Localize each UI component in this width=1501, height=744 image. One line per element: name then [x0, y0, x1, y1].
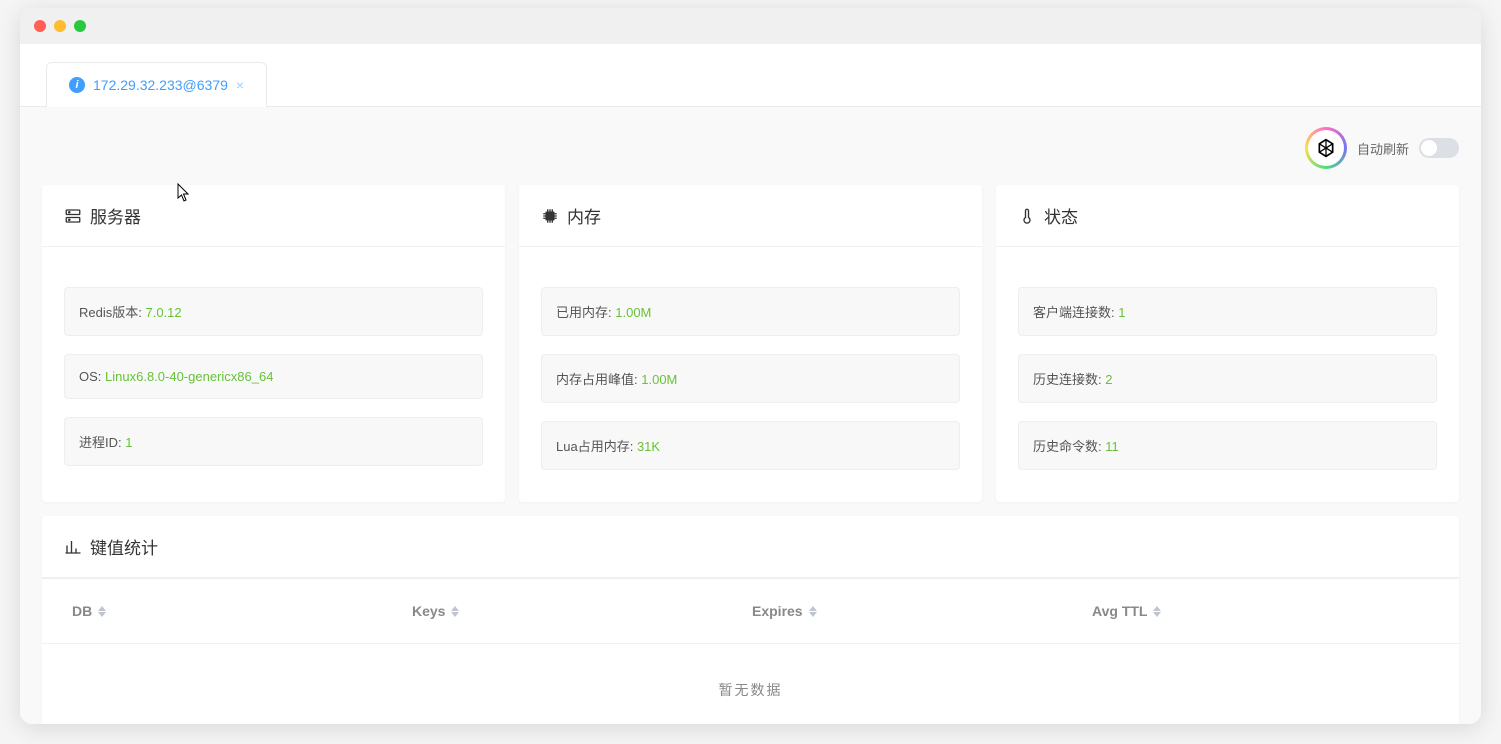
stat-value: 1 — [125, 435, 132, 450]
server-card-header: 服务器 — [42, 185, 505, 247]
server-card: 服务器 Redis版本: 7.0.12 OS: Linux6.8.0-40-ge… — [42, 185, 505, 502]
window-zoom-button[interactable] — [74, 20, 86, 32]
memory-card-title: 内存 — [567, 203, 601, 228]
stat-value: 11 — [1105, 439, 1119, 454]
tabbar: i 172.29.32.233@6379 × — [20, 44, 1481, 107]
column-header-db[interactable]: DB — [72, 603, 412, 619]
stat-value: 2 — [1105, 372, 1112, 387]
stat-total-commands: 历史命令数: 11 — [1018, 421, 1437, 470]
stat-label: 已用内存: — [556, 305, 612, 320]
stat-label: 客户端连接数: — [1033, 305, 1115, 320]
app-window: i 172.29.32.233@6379 × 自动刷新 — [20, 8, 1481, 724]
stat-label: 进程ID: — [79, 435, 122, 450]
stat-value: Linux6.8.0-40-genericx86_64 — [105, 369, 273, 384]
stat-peak-memory: 内存占用峰值: 1.00M — [541, 354, 960, 403]
tab-title: 172.29.32.233@6379 — [93, 77, 228, 93]
sort-icon — [1153, 604, 1163, 618]
logo-icon — [1316, 138, 1336, 158]
stat-redis-version: Redis版本: 7.0.12 — [64, 287, 483, 336]
stat-value: 7.0.12 — [145, 305, 181, 320]
table-header-row: DB Keys Expires Avg TTL — [42, 578, 1459, 644]
auto-refresh-label: 自动刷新 — [1357, 139, 1409, 158]
status-card: 状态 客户端连接数: 1 历史连接数: 2 历史命令数: 11 — [996, 185, 1459, 502]
status-card-header: 状态 — [996, 185, 1459, 247]
connection-tab[interactable]: i 172.29.32.233@6379 × — [46, 62, 267, 107]
stat-process-id: 进程ID: 1 — [64, 417, 483, 466]
stat-client-connections: 客户端连接数: 1 — [1018, 287, 1437, 336]
stat-value: 31K — [637, 439, 660, 454]
info-cards-row: 服务器 Redis版本: 7.0.12 OS: Linux6.8.0-40-ge… — [42, 185, 1459, 502]
tab-close-button[interactable]: × — [236, 77, 244, 93]
stat-total-connections: 历史连接数: 2 — [1018, 354, 1437, 403]
window-close-button[interactable] — [34, 20, 46, 32]
stat-label: OS: — [79, 369, 101, 384]
stat-used-memory: 已用内存: 1.00M — [541, 287, 960, 336]
status-card-title: 状态 — [1044, 203, 1078, 228]
keyspace-card-header: 键值统计 — [42, 516, 1459, 578]
stat-os: OS: Linux6.8.0-40-genericx86_64 — [64, 354, 483, 399]
info-icon: i — [69, 77, 85, 93]
stat-label: Redis版本: — [79, 305, 142, 320]
window-minimize-button[interactable] — [54, 20, 66, 32]
memory-card: 内存 已用内存: 1.00M 内存占用峰值: 1.00M Lua占用内存: 31… — [519, 185, 982, 502]
stat-value: 1.00M — [641, 372, 677, 387]
stat-value: 1 — [1118, 305, 1125, 320]
stat-label: Lua占用内存: — [556, 439, 633, 454]
table-empty-state: 暂无数据 — [42, 644, 1459, 724]
column-header-expires[interactable]: Expires — [752, 603, 1092, 619]
thermometer-icon — [1018, 207, 1036, 225]
keyspace-card-title: 键值统计 — [90, 534, 158, 559]
app-logo — [1305, 127, 1347, 169]
keyspace-card: 键值统计 DB Keys Expires Avg TTL — [42, 516, 1459, 724]
stat-value: 1.00M — [615, 305, 651, 320]
sort-icon — [451, 604, 461, 618]
memory-card-header: 内存 — [519, 185, 982, 247]
column-header-avg-ttl[interactable]: Avg TTL — [1092, 603, 1429, 619]
auto-refresh-toggle[interactable] — [1419, 138, 1459, 158]
sort-icon — [98, 604, 108, 618]
bar-chart-icon — [64, 538, 82, 556]
stat-label: 历史命令数: — [1033, 439, 1102, 454]
memory-icon — [541, 207, 559, 225]
top-controls: 自动刷新 — [42, 117, 1459, 185]
sort-icon — [809, 604, 819, 618]
server-card-title: 服务器 — [90, 203, 141, 228]
titlebar — [20, 8, 1481, 44]
column-header-keys[interactable]: Keys — [412, 603, 752, 619]
server-icon — [64, 207, 82, 225]
stat-label: 内存占用峰值: — [556, 372, 638, 387]
stat-lua-memory: Lua占用内存: 31K — [541, 421, 960, 470]
stat-label: 历史连接数: — [1033, 372, 1102, 387]
content-area: 自动刷新 服务器 Redis版本: 7.0.12 — [20, 107, 1481, 724]
